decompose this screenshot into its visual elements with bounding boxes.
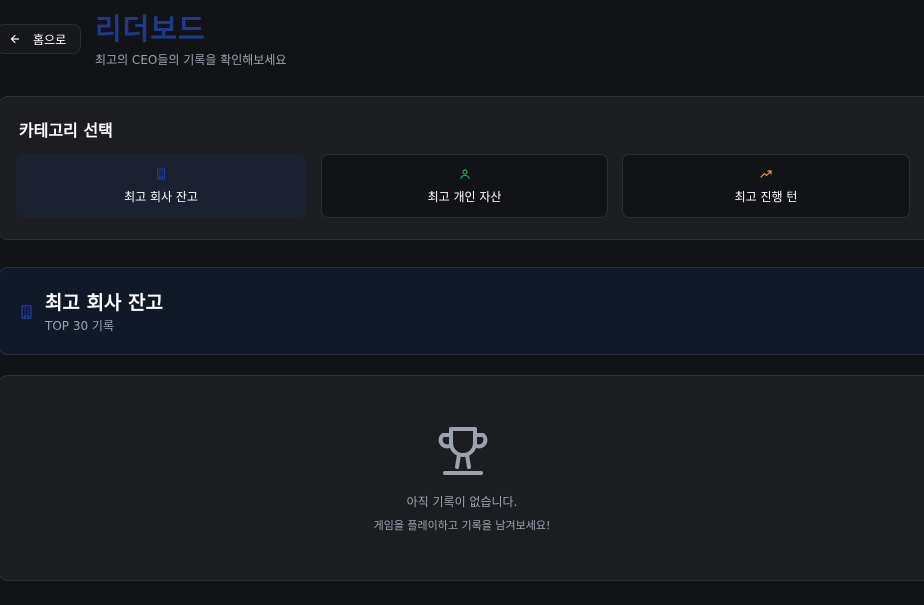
category-personal-assets-button[interactable]: 최고 개인 자산 <box>321 154 608 218</box>
empty-hint: 게임을 플레이하고 기록을 남겨보세요! <box>373 519 551 532</box>
building-icon <box>21 305 32 319</box>
category-turns-button[interactable]: 최고 진행 턴 <box>622 154 910 218</box>
back-home-label: 홈으로 <box>33 32 67 47</box>
arrow-left-icon <box>10 34 20 44</box>
page-title: 리더보드 <box>95 12 206 46</box>
page-subtitle: 최고의 CEO들의 기록을 확인해보세요 <box>95 53 287 67</box>
trending-up-icon <box>760 169 772 178</box>
selected-category-subtitle: TOP 30 기록 <box>45 319 114 333</box>
selected-category-title: 최고 회사 잔고 <box>45 292 164 314</box>
trophy-icon <box>438 427 488 475</box>
empty-message: 아직 기록이 없습니다. <box>406 495 518 509</box>
category-label: 최고 개인 자산 <box>427 189 502 204</box>
back-home-button[interactable]: 홈으로 <box>0 24 81 54</box>
category-label: 최고 회사 잔고 <box>124 189 198 204</box>
user-icon <box>460 169 469 179</box>
category-card: 카테고리 선택 최고 회사 잔고 최고 개인 자산 최고 진행 턴 <box>0 96 924 240</box>
category-company-balance-button[interactable]: 최고 회사 잔고 <box>16 154 306 218</box>
selected-category-card: 최고 회사 잔고 TOP 30 기록 <box>0 267 924 355</box>
building-icon <box>157 168 165 179</box>
empty-state-card: 아직 기록이 없습니다. 게임을 플레이하고 기록을 남겨보세요! <box>0 375 924 581</box>
category-heading: 카테고리 선택 <box>19 121 113 140</box>
category-label: 최고 진행 턴 <box>734 189 798 204</box>
